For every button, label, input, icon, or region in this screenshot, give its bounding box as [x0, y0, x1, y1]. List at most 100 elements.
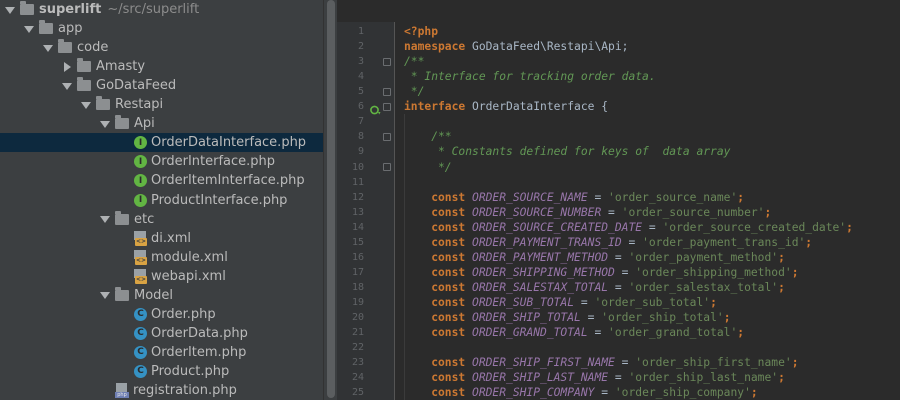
tree-folder[interactable]: app: [0, 19, 323, 38]
tree-file[interactable]: C Product.php: [0, 362, 323, 381]
line-number: 24: [351, 372, 364, 384]
line-number: 21: [351, 327, 364, 339]
code-line[interactable]: [396, 175, 900, 190]
code-token: ORDER_PAYMENT_TRANS_ID: [472, 235, 622, 249]
chevron-down-icon[interactable]: [99, 213, 111, 225]
code-token: OrderDataInterface {: [472, 100, 609, 114]
code-token: 'order_source_number': [621, 205, 765, 219]
code-line[interactable]: const ORDER_PAYMENT_TRANS_ID = 'order_pa…: [396, 235, 900, 250]
tree-node-label: etc: [134, 211, 155, 227]
code-line[interactable]: interface OrderDataInterface {: [396, 99, 900, 114]
code-token: const: [404, 235, 473, 249]
code-token: ;: [791, 356, 799, 370]
code-editor[interactable]: <?php namespace GoDataFeed\Restapi\Api;/*…: [396, 22, 900, 400]
code-token: const: [404, 371, 473, 385]
tree-folder[interactable]: superlift ~/src/superlift: [0, 0, 323, 19]
tree-file[interactable]: <> module.xml: [0, 248, 323, 267]
code-line[interactable]: */: [396, 160, 900, 175]
project-tree-scrollbar[interactable]: [323, 0, 337, 400]
code-line[interactable]: const ORDER_PAYMENT_METHOD = 'order_paym…: [396, 250, 900, 265]
code-line[interactable]: /**: [396, 129, 900, 144]
code-token: 'order_payment_trans_id': [642, 235, 806, 249]
code-line[interactable]: const ORDER_GRAND_TOTAL = 'order_grand_t…: [396, 325, 900, 340]
scrollbar-thumb[interactable]: [327, 0, 335, 398]
tree-file[interactable]: C Order.php: [0, 305, 323, 324]
tree-folder[interactable]: Api: [0, 114, 323, 133]
code-token: 'order_source_name': [608, 190, 738, 204]
xml-file-icon: <>: [134, 249, 147, 265]
fold-marker-icon[interactable]: [383, 87, 391, 96]
line-number: 2: [357, 41, 364, 53]
tree-folder[interactable]: etc: [0, 210, 323, 229]
tree-folder[interactable]: Amasty: [0, 57, 323, 76]
code-line[interactable]: const ORDER_SOURCE_CREATED_DATE = 'order…: [396, 220, 900, 235]
tree-file[interactable]: I OrderInterface.php: [0, 152, 323, 171]
code-line[interactable]: const ORDER_SOURCE_NAME = 'order_source_…: [396, 190, 900, 205]
code-token: ;: [737, 326, 745, 340]
tree-file[interactable]: C OrderItem.php: [0, 343, 323, 362]
fold-marker-icon[interactable]: [383, 57, 391, 66]
line-number: 8: [357, 131, 364, 143]
php-class-icon: C: [134, 307, 147, 321]
code-line[interactable]: <?php: [396, 24, 900, 39]
code-token: =: [621, 235, 643, 249]
code-line[interactable]: const ORDER_SHIP_FIRST_NAME = 'order_shi…: [396, 355, 900, 370]
code-line[interactable]: const ORDER_SHIP_COMPANY = 'order_ship_c…: [396, 385, 900, 400]
tree-file[interactable]: I OrderDataInterface.php: [0, 133, 323, 153]
fold-marker-icon[interactable]: [383, 102, 391, 111]
fold-marker-icon[interactable]: [383, 132, 391, 141]
folder-icon: [20, 1, 34, 15]
chevron-down-icon[interactable]: [99, 289, 111, 301]
code-line[interactable]: * Interface for tracking order data.: [396, 69, 900, 84]
code-token: ;: [846, 220, 853, 234]
line-number: 19: [351, 297, 364, 309]
fold-marker-icon[interactable]: [383, 163, 391, 172]
code-token: const: [404, 296, 473, 310]
chevron-down-icon[interactable]: [23, 23, 35, 35]
tree-folder[interactable]: Model: [0, 286, 323, 305]
code-line[interactable]: [396, 340, 900, 355]
chevron-down-icon[interactable]: [61, 80, 73, 92]
code-line[interactable]: const ORDER_SHIP_TOTAL = 'order_ship_tot…: [396, 310, 900, 325]
tree-file[interactable]: <> webapi.xml: [0, 267, 323, 286]
code-line[interactable]: namespace GoDataFeed\Restapi\Api;: [396, 39, 900, 54]
tree-file[interactable]: I ProductInterface.php: [0, 191, 323, 210]
code-line[interactable]: * Constants defined for keys of data arr…: [396, 144, 900, 159]
tree-file[interactable]: C OrderData.php: [0, 324, 323, 343]
tree-node-label: OrderInterface.php: [151, 154, 276, 170]
xml-file-icon: <>: [134, 268, 147, 284]
tree-file[interactable]: <> di.xml: [0, 229, 323, 248]
tree-file[interactable]: php registration.php: [0, 381, 323, 400]
code-token: ORDER_SOURCE_NUMBER: [472, 205, 602, 219]
code-line[interactable]: const ORDER_SOURCE_NUMBER = 'order_sourc…: [396, 205, 900, 220]
code-token: ;: [764, 205, 772, 219]
chevron-right-icon[interactable]: [61, 61, 73, 73]
code-line[interactable]: const ORDER_SALESTAX_TOTAL = 'order_sale…: [396, 280, 900, 295]
code-line[interactable]: [396, 114, 900, 129]
line-number: 23: [351, 357, 364, 369]
folder-icon: [115, 115, 129, 130]
code-token: =: [614, 356, 636, 370]
implemented-by-icon[interactable]: [370, 101, 381, 115]
chevron-down-icon[interactable]: [99, 118, 111, 130]
code-line[interactable]: const ORDER_SHIP_LAST_NAME = 'order_ship…: [396, 370, 900, 385]
tree-folder[interactable]: GoDataFeed: [0, 76, 323, 95]
code-token: 'order_salestax_total': [628, 281, 779, 295]
code-token: ;: [750, 386, 758, 400]
tree-node-label: Model: [134, 287, 174, 303]
code-line[interactable]: */: [396, 84, 900, 99]
chevron-down-icon[interactable]: [80, 99, 92, 111]
php-interface-icon: I: [134, 136, 147, 150]
chevron-down-icon[interactable]: [4, 4, 16, 16]
tree-node-label: superlift: [39, 2, 102, 17]
tree-folder[interactable]: code: [0, 38, 323, 57]
chevron-down-icon[interactable]: [42, 42, 54, 54]
code-token: =: [574, 296, 595, 310]
code-token: GoDataFeed\Restapi\Api;: [472, 40, 629, 54]
code-line[interactable]: /**: [396, 54, 900, 69]
tree-folder[interactable]: Restapi: [0, 95, 323, 114]
code-token: const: [404, 190, 473, 204]
code-line[interactable]: const ORDER_SHIPPING_METHOD = 'order_shi…: [396, 265, 900, 280]
code-line[interactable]: const ORDER_SUB_TOTAL = 'order_sub_total…: [396, 295, 900, 310]
tree-file[interactable]: I OrderItemInterface.php: [0, 171, 323, 190]
